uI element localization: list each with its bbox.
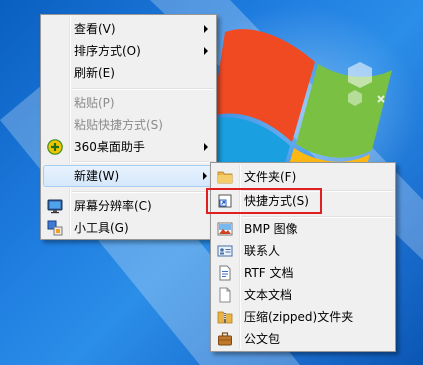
submenu-arrow-icon <box>203 172 207 180</box>
submenu-item-text-document[interactable]: 文本文档 <box>213 284 393 306</box>
menu-item-label: 查看(V) <box>74 22 116 36</box>
menu-item-label: BMP 图像 <box>244 222 298 236</box>
text-document-icon <box>217 287 233 303</box>
menu-separator <box>72 88 214 90</box>
shortcut-highlight-outline <box>206 188 322 214</box>
submenu-item-bmp-image[interactable]: BMP 图像 <box>213 218 393 240</box>
new-submenu: 文件夹(F) 快捷方式(S) BMP 图像 联系人 RTF 文档 文本文档 压缩… <box>206 162 396 352</box>
gadgets-icon <box>47 220 63 236</box>
menu-item-label: 联系人 <box>244 244 281 258</box>
submenu-arrow-icon <box>204 143 208 151</box>
submenu-item-folder[interactable]: 文件夹(F) <box>213 166 393 188</box>
menu-item-label: 刷新(E) <box>74 66 115 80</box>
menu-item-label: 粘贴(P) <box>74 96 115 110</box>
rtf-document-icon <box>217 265 233 281</box>
menu-item-gadgets[interactable]: 小工具(G) <box>43 217 214 239</box>
360-assistant-icon <box>47 139 63 155</box>
desktop-context-menu: 查看(V) 排序方式(O) 刷新(E) 粘贴(P) 粘贴快捷方式(S) 360桌… <box>40 14 217 240</box>
menu-item-label: 排序方式(O) <box>74 44 141 58</box>
menu-item-paste-shortcut[interactable]: 粘贴快捷方式(S) <box>43 114 214 136</box>
menu-item-screen-resolution[interactable]: 屏幕分辨率(C) <box>43 195 214 217</box>
menu-item-360-desktop-assistant[interactable]: 360桌面助手 <box>43 136 214 158</box>
menu-item-label: 公文包 <box>244 332 281 346</box>
submenu-item-zip-folder[interactable]: 压缩(zipped)文件夹 <box>213 306 393 328</box>
menu-item-label: 文本文档 <box>244 288 293 302</box>
menu-item-label: 粘贴快捷方式(S) <box>74 118 163 132</box>
menu-separator <box>72 161 214 163</box>
menu-item-label: RTF 文档 <box>244 266 294 280</box>
menu-separator <box>72 191 214 193</box>
menu-item-label: 屏幕分辨率(C) <box>74 199 152 213</box>
menu-item-new[interactable]: 新建(W) <box>43 165 214 187</box>
submenu-item-contact[interactable]: 联系人 <box>213 240 393 262</box>
bitmap-image-icon <box>217 221 233 237</box>
menu-item-view[interactable]: 查看(V) <box>43 18 214 40</box>
contact-icon <box>217 243 233 259</box>
display-resolution-icon <box>47 198 63 214</box>
menu-item-label: 小工具(G) <box>74 221 129 235</box>
folder-icon <box>217 169 233 185</box>
submenu-item-briefcase[interactable]: 公文包 <box>213 328 393 350</box>
menu-item-sort-by[interactable]: 排序方式(O) <box>43 40 214 62</box>
menu-item-label: 压缩(zipped)文件夹 <box>244 310 354 324</box>
menu-item-refresh[interactable]: 刷新(E) <box>43 62 214 84</box>
submenu-arrow-icon <box>204 25 208 33</box>
menu-item-label: 360桌面助手 <box>74 140 145 154</box>
briefcase-icon <box>217 331 233 347</box>
menu-item-label: 新建(W) <box>74 169 120 183</box>
submenu-item-rtf-document[interactable]: RTF 文档 <box>213 262 393 284</box>
submenu-arrow-icon <box>204 47 208 55</box>
zip-folder-icon <box>217 309 233 325</box>
menu-item-label: 文件夹(F) <box>244 170 297 184</box>
menu-item-paste[interactable]: 粘贴(P) <box>43 92 214 114</box>
